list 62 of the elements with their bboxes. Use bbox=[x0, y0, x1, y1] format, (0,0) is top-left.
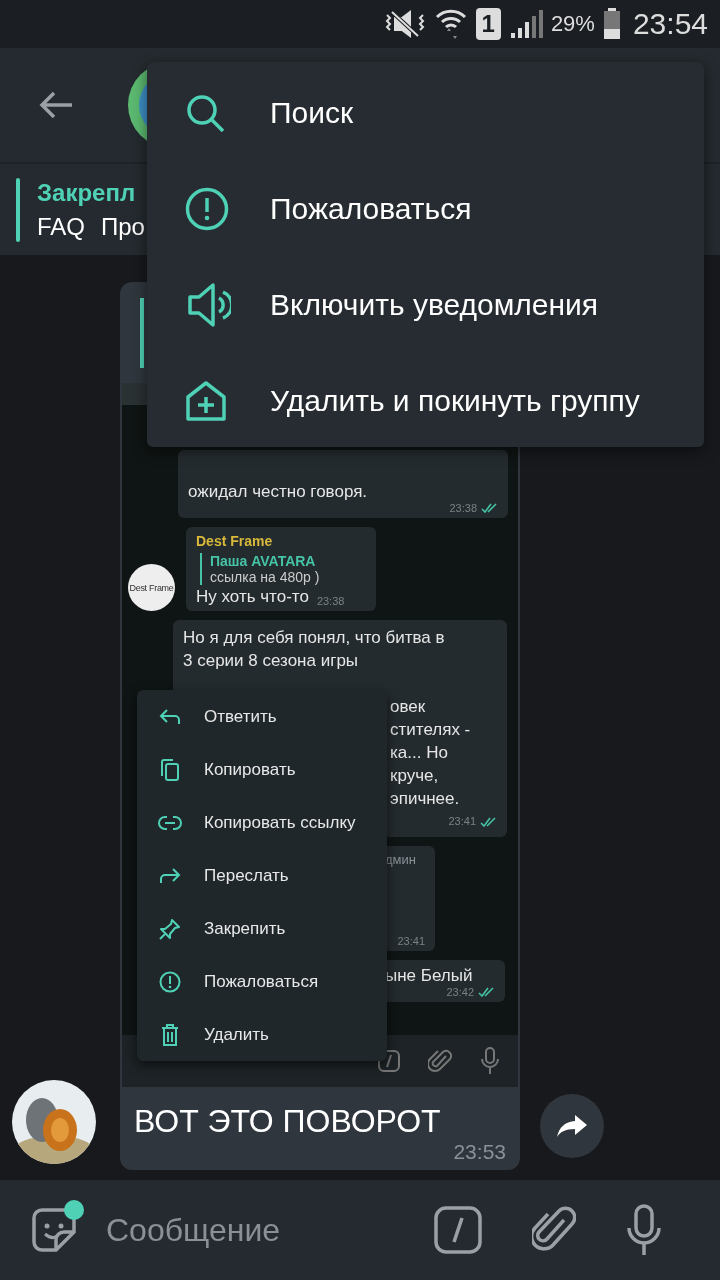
message-time: 23:53 bbox=[453, 1140, 506, 1164]
battery-percent: 29% bbox=[550, 11, 595, 37]
speaker-icon bbox=[185, 282, 231, 328]
signal-icon bbox=[508, 9, 543, 39]
microphone-icon[interactable] bbox=[626, 1204, 662, 1256]
back-icon[interactable] bbox=[38, 90, 74, 120]
search-icon bbox=[185, 93, 225, 133]
double-check-icon bbox=[481, 503, 498, 513]
clock: 23:54 bbox=[632, 7, 708, 41]
avatar: Dest Frame bbox=[128, 564, 175, 611]
exclamation-icon bbox=[185, 187, 229, 231]
pinned-text[interactable]: FAQ bbox=[37, 212, 85, 241]
menu-item[interactable]: Закрепить bbox=[137, 902, 387, 955]
menu-item[interactable]: Включить уведомления bbox=[147, 257, 704, 353]
house-plus-icon bbox=[185, 380, 227, 422]
sim-indicator: 1 bbox=[475, 8, 501, 40]
message-text: Но я для себя понял, что битва в bbox=[183, 627, 446, 649]
menu-item[interactable]: Копировать ссылку bbox=[137, 796, 387, 849]
microphone-icon bbox=[480, 1047, 500, 1075]
quote-text: ссылка на 480р ) bbox=[210, 569, 321, 585]
menu-item[interactable]: Удалить и покинуть группу bbox=[147, 353, 704, 449]
menu-item[interactable]: Ответить bbox=[137, 690, 387, 743]
double-check-icon bbox=[480, 816, 497, 827]
message-input[interactable]: Сообщение bbox=[104, 1210, 408, 1250]
reply-icon bbox=[159, 708, 181, 725]
paperclip-icon[interactable] bbox=[532, 1206, 576, 1254]
sticker-button[interactable] bbox=[30, 1206, 78, 1254]
message-text: эпичнее. bbox=[390, 788, 460, 810]
pin-icon bbox=[159, 917, 181, 940]
pinned-text[interactable]: Про bbox=[101, 212, 145, 241]
message-time: 23:38 bbox=[316, 595, 345, 607]
message-time: 23:38 bbox=[449, 502, 477, 514]
slash-icon[interactable] bbox=[434, 1206, 482, 1254]
message-text: ка... Но bbox=[390, 742, 448, 764]
message-text: 3 серии 8 сезона игры bbox=[183, 650, 360, 672]
message-text: стителях - bbox=[390, 719, 471, 741]
menu-item[interactable]: Удалить bbox=[137, 1008, 387, 1061]
copy-icon bbox=[160, 757, 180, 782]
forward-icon bbox=[159, 867, 181, 884]
exclamation-icon bbox=[159, 970, 181, 993]
menu-item[interactable]: Пожаловаться bbox=[147, 161, 704, 257]
message-text: ожидал честно говоря. bbox=[188, 482, 369, 502]
double-check-icon bbox=[478, 987, 495, 997]
message-time: 23:41 bbox=[448, 814, 476, 829]
battery-icon bbox=[602, 8, 621, 40]
message-text: Ну хоть что-то bbox=[196, 587, 309, 607]
menu-item[interactable]: Пожаловаться bbox=[137, 955, 387, 1008]
trash-icon bbox=[161, 1022, 179, 1047]
wifi-icon bbox=[433, 7, 468, 41]
link-icon bbox=[158, 814, 182, 831]
vibrate-off-icon bbox=[383, 9, 426, 39]
message-time: 23:41 bbox=[397, 935, 425, 947]
message-time: 23:42 bbox=[446, 986, 474, 998]
author-name: Dest Frame bbox=[196, 533, 274, 549]
message-text: овек bbox=[390, 696, 426, 718]
menu-item[interactable]: Копировать bbox=[137, 743, 387, 796]
message-text: круче, bbox=[390, 765, 439, 787]
menu-item[interactable]: Переслать bbox=[137, 849, 387, 902]
quote-author: Паша AVATARA bbox=[210, 553, 317, 569]
paperclip-icon bbox=[428, 1048, 452, 1074]
pinned-title[interactable]: Закрепл bbox=[37, 178, 145, 207]
message-text: ВОТ ЭТО ПОВОРОТ bbox=[133, 1102, 442, 1140]
